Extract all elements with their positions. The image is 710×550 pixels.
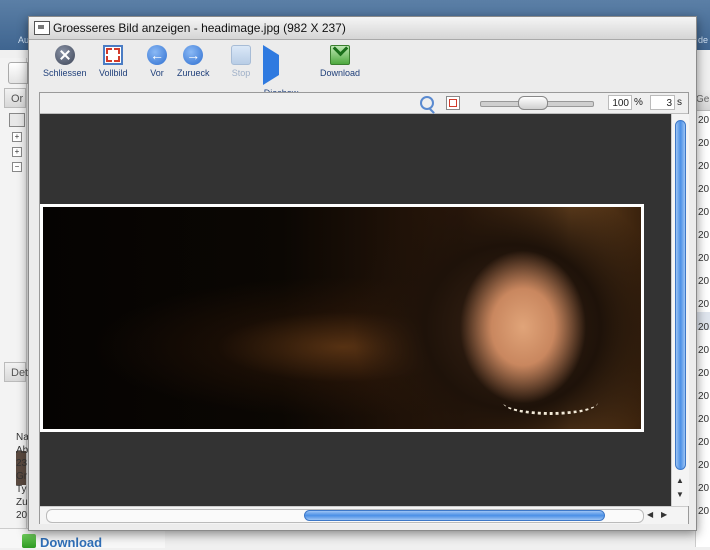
date-cell[interactable]: 20 bbox=[698, 483, 709, 494]
left-panel: Or + + − Det Na Ab 23 Gr Ty Zu 20 bbox=[0, 58, 29, 547]
download-button[interactable]: Download bbox=[320, 45, 360, 78]
download-bar: Download bbox=[0, 528, 165, 550]
scroll-down-arrow[interactable]: ▼ bbox=[676, 490, 684, 499]
horizontal-scrollbar[interactable]: ◀ ▶ bbox=[40, 506, 688, 524]
previous-label: Vor bbox=[150, 68, 164, 78]
detail-label: Gr bbox=[16, 471, 28, 482]
date-cell[interactable]: 20 bbox=[698, 276, 709, 287]
detail-label: Ty bbox=[16, 484, 27, 495]
close-icon bbox=[54, 45, 75, 65]
vertical-scrollbar[interactable]: ▲ ▼ bbox=[671, 114, 689, 506]
date-cell[interactable]: 20 bbox=[698, 115, 709, 126]
stop-icon bbox=[231, 45, 251, 65]
tree-expand-icon[interactable]: + bbox=[12, 147, 22, 157]
download-label: Download bbox=[320, 68, 361, 78]
zoom-input[interactable]: 100 bbox=[608, 95, 632, 110]
zoom-slider-handle[interactable] bbox=[517, 96, 548, 110]
arrow-left-icon: ← bbox=[147, 45, 167, 65]
scroll-left-arrow[interactable]: ◀ bbox=[647, 510, 653, 519]
download-icon[interactable] bbox=[22, 534, 36, 548]
next-label: Zurueck bbox=[177, 68, 210, 78]
arrow-right-icon: → bbox=[183, 45, 204, 65]
folder-icon bbox=[9, 113, 25, 127]
date-cell[interactable]: 20 bbox=[698, 437, 709, 448]
detail-label: Zu bbox=[16, 497, 28, 508]
image-viewer: 100 % 3 s ▲ ▼ ◀ ▶ bbox=[39, 92, 689, 524]
details-section-header: Det bbox=[4, 362, 28, 382]
header-link[interactable]: de bbox=[698, 35, 708, 45]
image-canvas bbox=[40, 114, 671, 506]
slideshow-button[interactable]: Diashow bbox=[263, 45, 299, 98]
date-cell[interactable]: 20 bbox=[698, 345, 709, 356]
scroll-right-arrow[interactable]: ▶ bbox=[661, 510, 667, 519]
date-cell[interactable]: 20 bbox=[698, 414, 709, 425]
close-label: Schliessen bbox=[43, 68, 87, 78]
folder-section-header: Or bbox=[4, 88, 26, 108]
stop-label: Stop bbox=[231, 68, 251, 78]
interval-input[interactable]: 3 bbox=[650, 95, 675, 110]
tree-expand-icon[interactable]: + bbox=[12, 132, 22, 142]
close-button[interactable]: Schliessen bbox=[43, 45, 87, 78]
displayed-image bbox=[40, 204, 644, 432]
date-cell[interactable]: 20 bbox=[698, 391, 709, 402]
left-tab[interactable] bbox=[8, 62, 28, 84]
dialog-title: Groesseres Bild anzeigen - headimage.jpg… bbox=[53, 21, 346, 35]
date-cell[interactable]: 20 bbox=[698, 184, 709, 195]
necklace-detail bbox=[503, 390, 598, 415]
date-cell[interactable]: 20 bbox=[698, 460, 709, 471]
window-icon bbox=[34, 21, 50, 35]
date-cell[interactable]: 20 bbox=[698, 138, 709, 149]
tree-collapse-icon[interactable]: − bbox=[12, 162, 22, 172]
stop-button[interactable]: Stop bbox=[231, 45, 251, 78]
fullscreen-button[interactable]: Vollbild bbox=[99, 45, 128, 78]
viewer-toolbar: Schliessen Vollbild ← Vor → Zurueck Stop… bbox=[29, 40, 696, 98]
fit-to-window-icon[interactable] bbox=[446, 96, 460, 110]
download-icon bbox=[330, 45, 351, 65]
column-header[interactable]: Ge bbox=[696, 90, 710, 111]
previous-button[interactable]: ← Vor bbox=[147, 45, 167, 78]
date-cell[interactable]: 20 bbox=[698, 230, 709, 241]
horizontal-scroll-thumb[interactable] bbox=[304, 510, 605, 521]
detail-label: 20 bbox=[16, 510, 28, 521]
vertical-scroll-thumb[interactable] bbox=[675, 120, 686, 470]
download-link[interactable]: Download bbox=[40, 535, 102, 550]
detail-label: 23 bbox=[16, 458, 28, 469]
date-cell[interactable]: 20 bbox=[698, 368, 709, 379]
detail-label: Na bbox=[16, 432, 29, 443]
play-icon bbox=[263, 45, 299, 85]
fullscreen-icon bbox=[103, 45, 124, 65]
dialog-titlebar[interactable]: Groesseres Bild anzeigen - headimage.jpg… bbox=[29, 17, 696, 40]
detail-label: Ab bbox=[16, 445, 29, 456]
date-cell[interactable]: 20 bbox=[698, 207, 709, 218]
zoom-icon[interactable] bbox=[420, 96, 434, 110]
date-cell[interactable]: 20 bbox=[698, 253, 709, 264]
image-viewer-dialog: Groesseres Bild anzeigen - headimage.jpg… bbox=[28, 16, 697, 531]
zoom-unit: % bbox=[634, 97, 643, 108]
date-cell[interactable]: 20 bbox=[698, 506, 709, 517]
date-cell[interactable]: 20 bbox=[698, 161, 709, 172]
next-button[interactable]: → Zurueck bbox=[177, 45, 210, 78]
interval-unit: s bbox=[677, 97, 682, 108]
scroll-up-arrow[interactable]: ▲ bbox=[676, 476, 684, 485]
viewer-controls: 100 % 3 s bbox=[40, 93, 688, 114]
file-list-panel: Ge 20 20 20 20 20 20 20 20 20 20 20 20 2… bbox=[695, 90, 710, 547]
date-cell[interactable]: 20 bbox=[698, 322, 709, 333]
fullscreen-label: Vollbild bbox=[99, 68, 128, 78]
date-cell[interactable]: 20 bbox=[698, 299, 709, 310]
